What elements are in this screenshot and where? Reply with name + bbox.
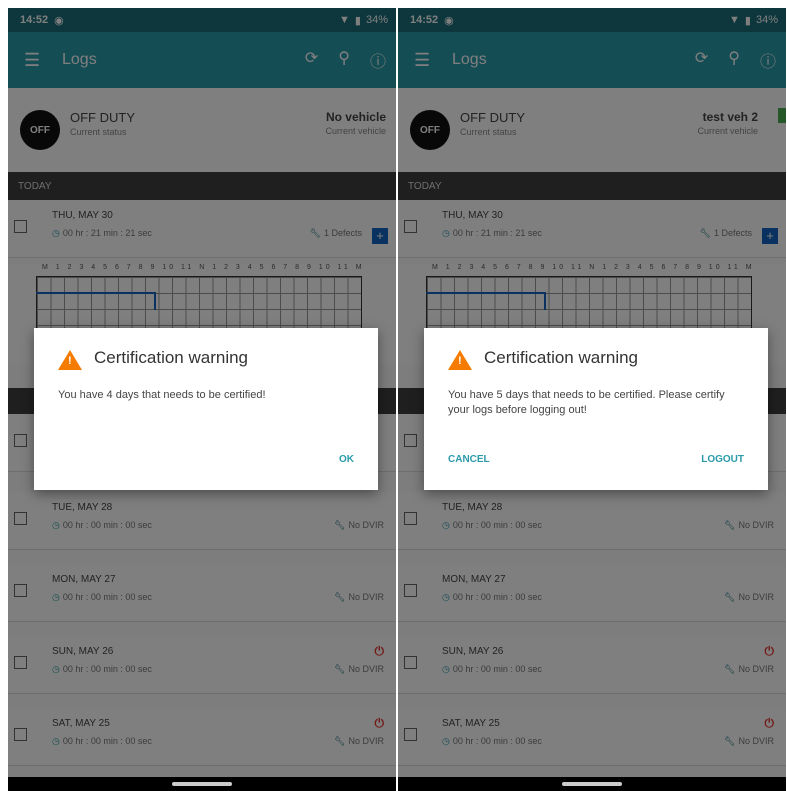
dialog-message: You have 4 days that needs to be certifi… [58, 389, 266, 401]
dialog-title: Certification warning [484, 348, 639, 367]
warning-triangle-icon: ! [58, 350, 82, 370]
phone-right: 14:52 ◉ ▼ ▮ 34% ☰ Logs ⟳ ⚲ ⓘ OFF OFF DUT… [398, 8, 786, 791]
phone-left: 14:52 ◉ ▼ ▮ 34% ☰ Logs ⟳ ⚲ ⓘ OFF OFF DUT… [8, 8, 396, 791]
dialog-message: You have 5 days that needs to be certifi… [448, 389, 725, 416]
system-nav-bar [398, 777, 786, 791]
home-gesture-pill[interactable] [562, 782, 622, 786]
ok-button[interactable]: OK [339, 454, 354, 465]
certification-dialog: ! Certification warning You have 4 days … [34, 328, 378, 490]
dialog-title: Certification warning [94, 348, 249, 367]
home-gesture-pill[interactable] [172, 782, 232, 786]
warning-triangle-icon: ! [448, 350, 472, 370]
system-nav-bar [8, 777, 396, 791]
cancel-button[interactable]: CANCEL [448, 454, 490, 465]
certification-dialog: ! Certification warning You have 5 days … [424, 328, 768, 490]
logout-button[interactable]: LOGOUT [701, 454, 744, 465]
